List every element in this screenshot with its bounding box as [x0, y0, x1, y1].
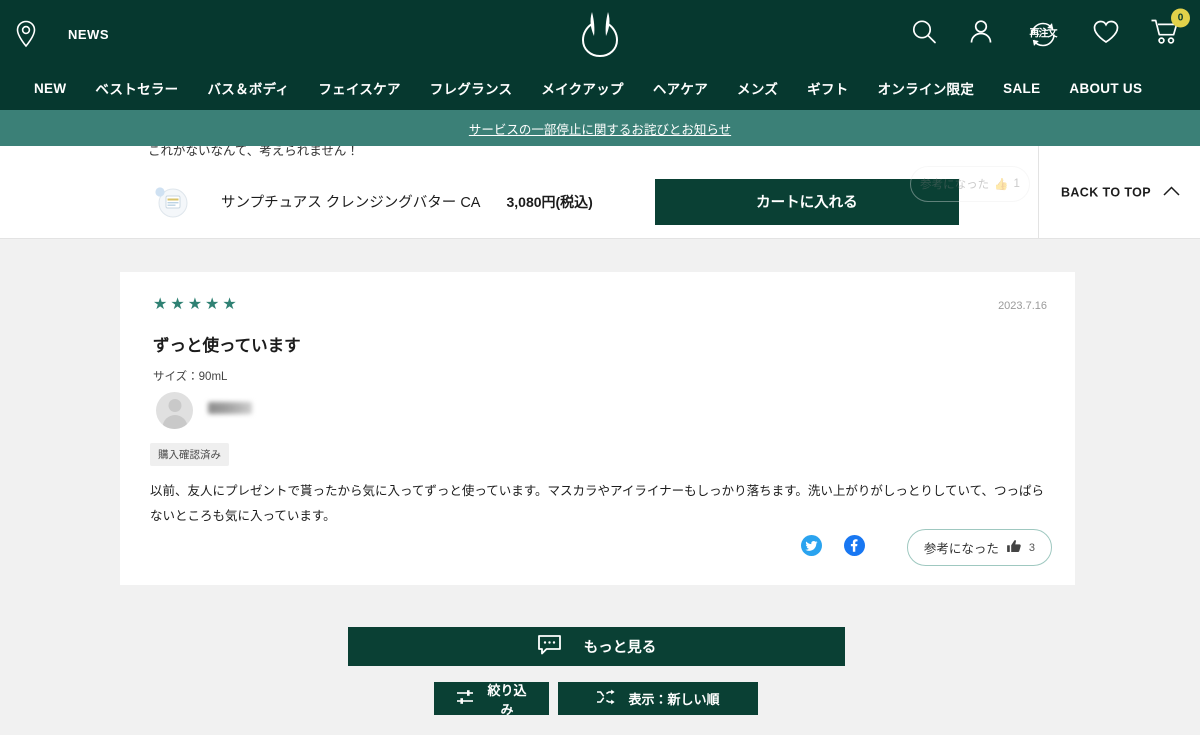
account-icon[interactable] [968, 18, 994, 51]
load-more-label: もっと見る [583, 640, 657, 656]
avatar-head-shape [168, 399, 181, 412]
reorder-icon[interactable]: 再注文 [1024, 18, 1062, 50]
comment-bubble-icon [537, 634, 562, 659]
clipped-headline: これがないなんて、考えられません！ [148, 146, 359, 158]
filter-button[interactable]: 絞り込み [434, 682, 549, 717]
nav-item-fragrance[interactable]: フレグランス [430, 78, 513, 98]
wishlist-heart-icon[interactable] [1092, 19, 1120, 50]
obscured-helpful-count: 1 [1013, 178, 1020, 190]
review-card: ★★★★★ 2023.7.16 ずっと使っています サイズ：90mL 購入確認済… [120, 272, 1075, 585]
avatar [156, 392, 193, 429]
sticky-product-bar: これがないなんて、考えられません！ サンプチュアス クレンジングバター CA 3… [0, 146, 1200, 239]
nav-item-sale[interactable]: SALE [1003, 81, 1040, 96]
product-price: 3,080円(税込) [506, 193, 593, 210]
notice-link[interactable]: サービスの一部停止に関するお詫びとお知らせ [469, 119, 731, 138]
obscured-helpful-label: 参考になった [920, 179, 990, 191]
back-to-top-label: BACK TO TOP [1060, 185, 1151, 199]
page-root: NEWS 再注文 0 NEW ベストセラー バス＆ボディ フェイスケア フレグラ… [0, 0, 1200, 735]
sort-button[interactable]: 表示：新しい順 [558, 682, 758, 715]
thumbs-up-icon: 👍 [994, 179, 1009, 191]
review-date: 2023.7.16 [998, 300, 1047, 312]
news-link[interactable]: NEWS [68, 27, 109, 42]
nav-item-mens[interactable]: メンズ [737, 78, 778, 98]
nav-item-bath-body[interactable]: バス＆ボディ [207, 78, 289, 98]
nav-item-makeup[interactable]: メイクアップ [541, 78, 624, 98]
header-top-row: NEWS 再注文 0 [0, 0, 1200, 68]
chevron-up-icon [1163, 183, 1180, 201]
filter-label: 絞り込み [487, 682, 527, 717]
review-action-row: 参考になった 3 [800, 529, 1052, 566]
helpful-button[interactable]: 参考になった 3 [906, 529, 1052, 566]
nav-item-new[interactable]: NEW [34, 81, 66, 96]
load-more-button[interactable]: もっと見る [348, 627, 845, 666]
sliders-icon [456, 689, 474, 708]
product-name: サンプチュアス クレンジングバター CA [221, 195, 481, 211]
cart-icon[interactable]: 0 [1150, 8, 1190, 51]
nav-item-hair-care[interactable]: ヘアケア [653, 78, 708, 98]
review-title: ずっと使っています [153, 337, 301, 355]
reviewer-username-masked [208, 402, 252, 414]
site-header: NEWS 再注文 0 NEW ベストセラー バス＆ボディ フェイスケア フレグラ… [0, 0, 1200, 110]
obscured-helpful-button: 参考になった 👍 1 [910, 166, 1030, 202]
helpful-count: 3 [1028, 541, 1035, 554]
helpful-label: 参考になった [923, 542, 999, 556]
search-icon[interactable] [910, 18, 938, 51]
reorder-icon-label: 再注文 [1029, 28, 1058, 39]
nav-item-bestseller[interactable]: ベストセラー [95, 78, 178, 98]
nav-item-about-us[interactable]: ABOUT US [1069, 81, 1142, 96]
nav-item-online-limited[interactable]: オンライン限定 [878, 78, 975, 98]
review-body-text: 以前、友人にプレゼントで貰ったから気に入ってずっと使っています。マスカラやアイラ… [150, 484, 1045, 523]
shuffle-icon [596, 689, 616, 708]
back-to-top-button[interactable]: BACK TO TOP [1037, 146, 1180, 238]
avatar-body-shape [162, 415, 187, 429]
review-size-label: サイズ：90mL [153, 371, 228, 383]
verified-purchase-badge: 購入確認済み [150, 443, 229, 466]
review-rating-stars: ★★★★★ [153, 296, 240, 313]
sort-label: 表示：新しい順 [628, 692, 720, 707]
thumbs-up-icon [1006, 539, 1022, 557]
location-pin-icon[interactable] [13, 19, 39, 49]
header-icon-group: 再注文 0 [910, 8, 1190, 51]
nav-item-face-care[interactable]: フェイスケア [318, 78, 400, 98]
facebook-share-icon[interactable] [843, 534, 865, 561]
product-thumbnail[interactable] [152, 182, 192, 222]
main-navigation: NEW ベストセラー バス＆ボディ フェイスケア フレグランス メイクアップ ヘ… [0, 68, 1200, 108]
brand-logo-icon[interactable] [568, 6, 632, 62]
review-controls-row: 絞り込み 表示：新しい順 [434, 682, 758, 717]
nav-item-gift[interactable]: ギフト [807, 78, 848, 98]
cart-count-badge: 0 [1171, 8, 1190, 28]
notice-banner: サービスの一部停止に関するお詫びとお知らせ [0, 110, 1200, 146]
twitter-share-icon[interactable] [800, 534, 822, 561]
